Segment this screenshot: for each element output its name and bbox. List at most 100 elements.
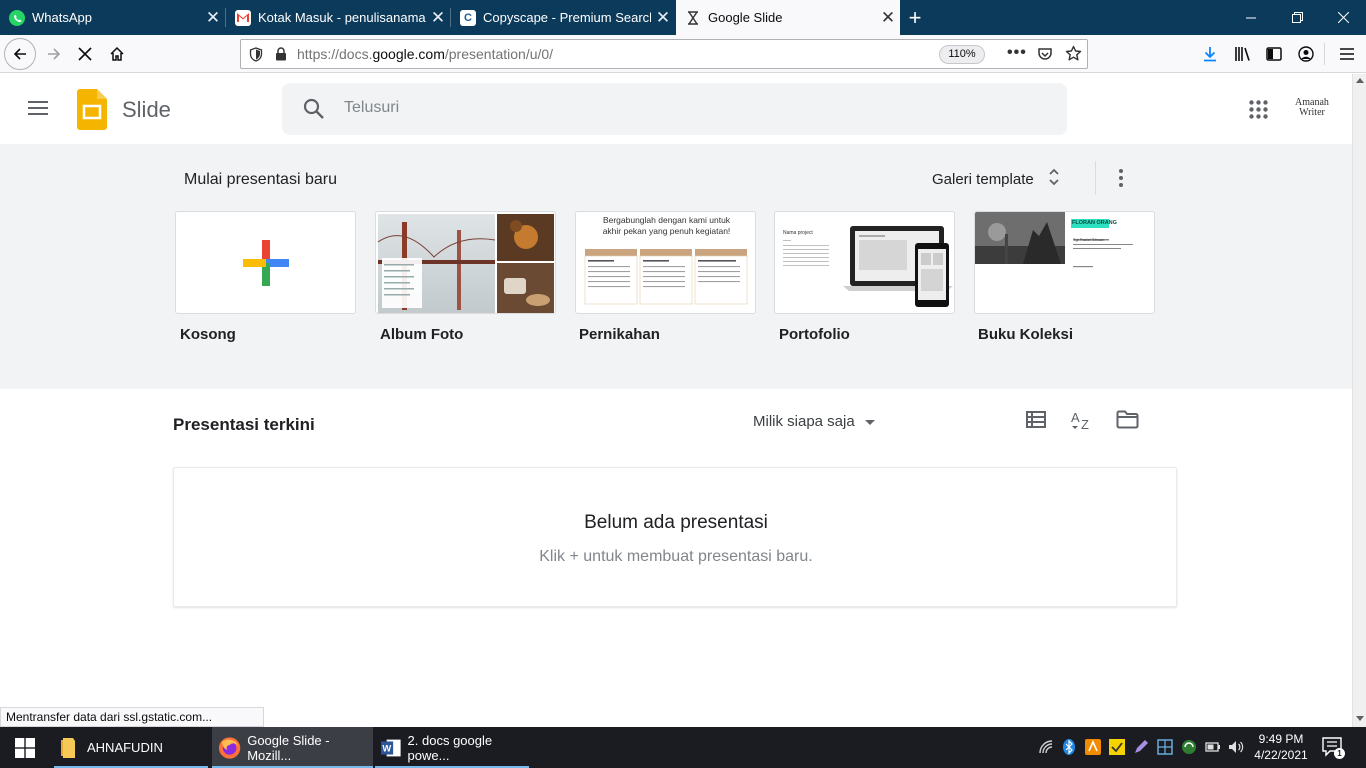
url-bar[interactable]: https://docs.google.com/presentation/u/0… — [240, 39, 1088, 69]
url-text[interactable]: https://docs.google.com/presentation/u/0… — [297, 46, 553, 62]
template-gallery-label: Galeri template — [932, 170, 1034, 188]
more-options-icon[interactable] — [1110, 166, 1132, 190]
lock-icon[interactable] — [275, 47, 287, 66]
forward-button[interactable] — [39, 39, 69, 69]
template-card-wedding[interactable]: Bergabunglah dengan kami untuk akhir pek… — [575, 211, 756, 314]
wifi-icon[interactable] — [1038, 739, 1054, 755]
tray-app-icon[interactable] — [1085, 739, 1101, 755]
apps-grid-icon[interactable] — [1249, 100, 1268, 124]
word-icon: W — [381, 739, 401, 756]
folder-icon — [61, 737, 75, 758]
empty-title: Belum ada presentasi — [584, 512, 768, 533]
page-scrollbar[interactable] — [1352, 74, 1366, 727]
gmail-icon — [235, 9, 251, 26]
taskbar-item-label: Google Slide - Mozill... — [247, 732, 330, 763]
collection-thumbnail — [975, 212, 1133, 268]
url-path: /presentation/u/0/ — [444, 46, 554, 62]
search-icon[interactable] — [303, 98, 325, 125]
sidebar-icon[interactable] — [1259, 39, 1289, 69]
tab-title: Google Slide — [708, 10, 783, 25]
sort-az-icon[interactable]: A Z — [1071, 409, 1093, 436]
taskbar-item-word[interactable]: W 2. docs google powe... — [375, 727, 529, 768]
home-button[interactable] — [102, 39, 132, 69]
template-card-photo-album[interactable] — [375, 211, 556, 314]
status-bar: Mentransfer data dari ssl.gstatic.com... — [0, 707, 264, 727]
main-menu-icon[interactable] — [26, 99, 50, 122]
owner-filter-label: Milik siapa saja — [753, 412, 855, 430]
start-button[interactable] — [0, 727, 50, 768]
svg-text:W: W — [382, 743, 391, 753]
restore-button[interactable] — [1274, 0, 1320, 35]
notification-center-icon[interactable]: 1 — [1322, 737, 1345, 762]
close-tab-icon[interactable]: ✕ — [426, 8, 450, 28]
template-card-portfolio[interactable]: Nama project — [774, 211, 955, 314]
close-tab-icon[interactable]: ✕ — [651, 8, 675, 28]
page-actions-icon[interactable]: ••• — [1007, 44, 1027, 62]
clock-date: 4/22/2021 — [1254, 748, 1308, 762]
whatsapp-icon — [9, 9, 25, 26]
close-tab-icon[interactable]: ✕ — [201, 8, 225, 28]
template-label[interactable]: Buku Koleksi — [978, 326, 1073, 343]
new-tab-button[interactable]: + — [893, 0, 937, 35]
app-name[interactable]: Slide — [122, 97, 171, 123]
slides-logo-icon[interactable] — [77, 89, 107, 135]
scroll-down-icon[interactable] — [1356, 716, 1364, 721]
sync-icon[interactable] — [1181, 739, 1197, 755]
copyscape-icon: C — [460, 9, 476, 26]
taskbar-item-label: 2. docs google powe... — [407, 732, 493, 763]
scroll-up-icon[interactable] — [1356, 78, 1364, 83]
recent-heading: Presentasi terkini — [173, 415, 315, 434]
library-icon[interactable] — [1228, 39, 1258, 69]
wedding-thumbnail — [584, 249, 748, 305]
menu-icon[interactable] — [1332, 39, 1362, 69]
taskbar-item-explorer[interactable]: AHNAFUDIN — [54, 727, 208, 768]
network-icon[interactable] — [1157, 739, 1173, 755]
zoom-level-button[interactable]: 110% — [939, 45, 985, 64]
template-card-collection[interactable]: FLORAN ORANG Tgl Pastel Sibuan — [974, 211, 1155, 314]
close-window-button[interactable] — [1320, 0, 1366, 35]
owner-filter-dropdown[interactable]: Milik siapa saja — [753, 410, 875, 432]
template-label[interactable]: Pernikahan — [579, 326, 660, 343]
list-view-icon[interactable] — [1026, 411, 1046, 433]
unfold-icon — [1048, 167, 1060, 191]
clock[interactable]: 9:49 PM 4/22/2021 — [1250, 731, 1312, 763]
url-domain: google.com — [372, 46, 445, 62]
download-icon[interactable] — [1195, 39, 1225, 69]
tab-copyscape[interactable]: C Copyscape - Premium Search ✕ — [451, 0, 675, 35]
template-card-blank[interactable] — [175, 211, 356, 314]
back-button[interactable] — [4, 38, 36, 70]
collection-tag-text: FLORAN ORANG — [1072, 220, 1117, 226]
browser-tab-strip: WhatsApp ✕ Kotak Masuk - penulisanamanah… — [0, 0, 1366, 35]
tab-google-slide[interactable]: Google Slide ✕ — [676, 0, 900, 35]
bluetooth-icon[interactable] — [1061, 739, 1077, 755]
pen-icon[interactable] — [1133, 739, 1149, 755]
firefox-icon — [218, 736, 241, 759]
svg-text:Z: Z — [1081, 417, 1089, 431]
stop-loading-button[interactable] — [70, 39, 100, 69]
minimize-button[interactable] — [1228, 0, 1274, 35]
windows-logo-icon — [15, 737, 35, 758]
shield-icon[interactable] — [249, 47, 263, 67]
tab-gmail[interactable]: Kotak Masuk - penulisanamanah ✕ — [226, 0, 450, 35]
template-gallery-button[interactable]: Galeri template — [924, 161, 1068, 197]
notification-count-badge: 1 — [1334, 748, 1345, 759]
template-label[interactable]: Kosong — [180, 326, 236, 343]
windows-taskbar: AHNAFUDIN Google Slide - Mozill... W 2. … — [0, 727, 1366, 768]
battery-icon[interactable] — [1205, 739, 1221, 755]
volume-icon[interactable] — [1228, 739, 1244, 755]
folder-icon[interactable] — [1116, 410, 1139, 434]
browser-nav-bar: https://docs.google.com/presentation/u/0… — [0, 35, 1366, 73]
url-prefix: https://docs. — [297, 46, 373, 62]
account-icon[interactable] — [1291, 39, 1321, 69]
taskbar-item-firefox[interactable]: Google Slide - Mozill... — [212, 727, 373, 768]
account-avatar[interactable]: Amanah Writer — [1288, 98, 1336, 118]
search-input[interactable]: Telusuri — [282, 83, 1067, 135]
tray-check-icon[interactable] — [1109, 739, 1125, 755]
template-label[interactable]: Album Foto — [380, 326, 463, 343]
pocket-icon[interactable] — [1037, 46, 1053, 67]
bookmark-star-icon[interactable] — [1065, 45, 1082, 67]
plus-icon — [243, 240, 289, 286]
template-label[interactable]: Portofolio — [779, 326, 850, 343]
tab-whatsapp[interactable]: WhatsApp ✕ — [0, 0, 225, 35]
collection-sub-text: Tgl Pastel Sibuan — [1073, 237, 1105, 242]
